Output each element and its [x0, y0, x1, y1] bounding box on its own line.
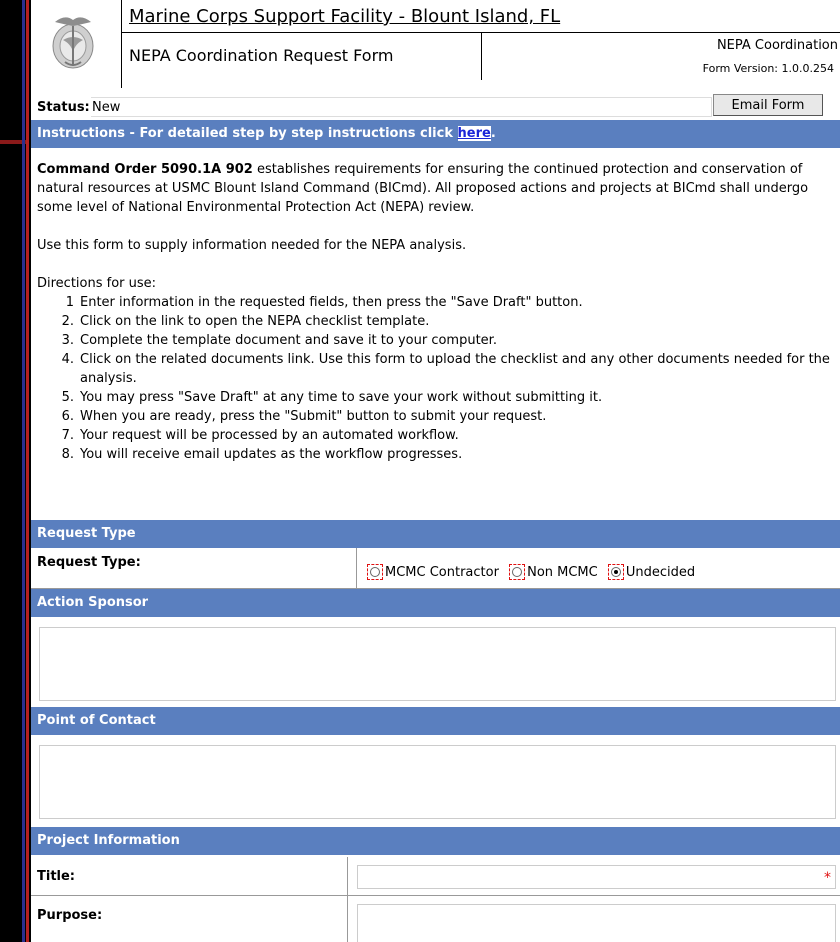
- form-version: Form Version: 1.0.0.254: [702, 62, 834, 75]
- radio-non-mcmc[interactable]: [509, 564, 526, 580]
- direction-step: 7. Your request will be processed by an a…: [37, 426, 837, 445]
- instructions-use-text: Use this form to supply information need…: [37, 238, 467, 253]
- project-purpose-row: Purpose:: [31, 896, 840, 942]
- request-type-label: Request Type:: [37, 555, 141, 570]
- status-value: New: [92, 100, 121, 115]
- row-divider: [347, 857, 348, 895]
- step-number: 2.: [61, 314, 74, 329]
- instructions-body: Command Order 5090.1A 902 establishes re…: [37, 160, 837, 464]
- instructions-header-text: Instructions - For detailed step by step…: [37, 126, 458, 141]
- project-purpose-label: Purpose:: [37, 908, 103, 923]
- project-title-row: Title: *: [31, 857, 840, 896]
- usmc-emblem-icon: [52, 17, 94, 69]
- step-text: When you are ready, press the "Submit" b…: [80, 409, 547, 424]
- direction-step: 6. When you are ready, press the "Submit"…: [37, 407, 837, 426]
- project-title-label: Title:: [37, 869, 76, 884]
- project-title-input[interactable]: *: [357, 865, 836, 889]
- radio-undecided[interactable]: [607, 564, 624, 580]
- step-number: 6.: [61, 409, 74, 424]
- direction-step: 3. Complete the template document and sav…: [37, 331, 837, 350]
- step-text: Click on the related documents link. Use…: [80, 352, 830, 386]
- direction-step: 4. Click on the related documents link. U…: [37, 350, 837, 388]
- header-divider-vertical: [121, 0, 122, 88]
- email-form-button[interactable]: Email Form: [713, 94, 823, 116]
- direction-step: 5. You may press "Save Draft" at any time…: [37, 388, 837, 407]
- instructions-header: Instructions - For detailed step by step…: [31, 120, 840, 148]
- direction-step: 1 Enter information in the requested fiel…: [37, 293, 837, 312]
- instructions-order-paragraph: Command Order 5090.1A 902 establishes re…: [37, 160, 837, 217]
- point-of-contact-header: Point of Contact: [31, 707, 840, 735]
- step-text: Enter information in the requested field…: [80, 295, 583, 310]
- request-type-header: Request Type: [31, 520, 840, 548]
- radio-mcmc-contractor[interactable]: [367, 564, 383, 580]
- directions-list: 1 Enter information in the requested fiel…: [37, 293, 837, 464]
- action-sponsor-panel[interactable]: [39, 627, 836, 701]
- step-text: Your request will be processed by an aut…: [80, 428, 459, 443]
- status-field-frame: [91, 97, 712, 117]
- required-indicator: *: [824, 870, 831, 886]
- form-header: Marine Corps Support Facility - Blount I…: [31, 0, 840, 88]
- step-number: 1: [65, 295, 74, 310]
- step-number: 5.: [61, 390, 74, 405]
- point-of-contact-panel[interactable]: [39, 745, 836, 819]
- radio-label-mcmc-contractor[interactable]: MCMC Contractor: [385, 565, 499, 580]
- step-text: You may press "Save Draft" at any time t…: [80, 390, 603, 405]
- left-edge-red-stripe: [26, 0, 29, 942]
- radio-label-non-mcmc[interactable]: Non MCMC: [527, 565, 598, 580]
- step-text: You will receive email updates as the wo…: [80, 447, 463, 462]
- request-type-options: MCMC Contractor Non MCMC Undecided: [367, 564, 701, 580]
- site-title: Marine Corps Support Facility - Blount I…: [129, 6, 561, 27]
- direction-step: 2. Click on the link to open the NEPA che…: [37, 312, 837, 331]
- header-divider-vertical-2: [481, 32, 482, 80]
- step-number: 3.: [61, 333, 74, 348]
- step-text: Click on the link to open the NEPA check…: [80, 314, 430, 329]
- form-category-label: NEPA Coordination: [716, 38, 838, 53]
- command-order-ref: Command Order 5090.1A 902: [37, 162, 253, 177]
- status-label: Status:: [37, 100, 90, 115]
- step-number: 8.: [61, 447, 74, 462]
- radio-label-undecided[interactable]: Undecided: [626, 565, 695, 580]
- step-text: Complete the template document and save …: [80, 333, 497, 348]
- step-number: 7.: [61, 428, 74, 443]
- project-purpose-input[interactable]: [357, 904, 836, 942]
- project-information-header: Project Information: [31, 827, 840, 855]
- row-divider: [347, 896, 348, 942]
- form-title: NEPA Coordination Request Form: [129, 46, 394, 65]
- request-type-row: Request Type: MCMC Contractor Non MCMC U…: [31, 548, 840, 589]
- row-divider: [356, 548, 357, 588]
- form-page: Marine Corps Support Facility - Blount I…: [31, 0, 840, 942]
- status-row: Status: New Email Form: [31, 94, 840, 118]
- action-sponsor-header: Action Sponsor: [31, 589, 840, 617]
- directions-label: Directions for use:: [37, 276, 157, 291]
- left-edge-blue-stripe: [22, 0, 25, 942]
- instructions-header-tail: .: [490, 126, 496, 141]
- direction-step: 8. You will receive email updates as the …: [37, 445, 837, 464]
- step-number: 4.: [61, 352, 74, 367]
- instructions-here-link[interactable]: here: [457, 126, 491, 141]
